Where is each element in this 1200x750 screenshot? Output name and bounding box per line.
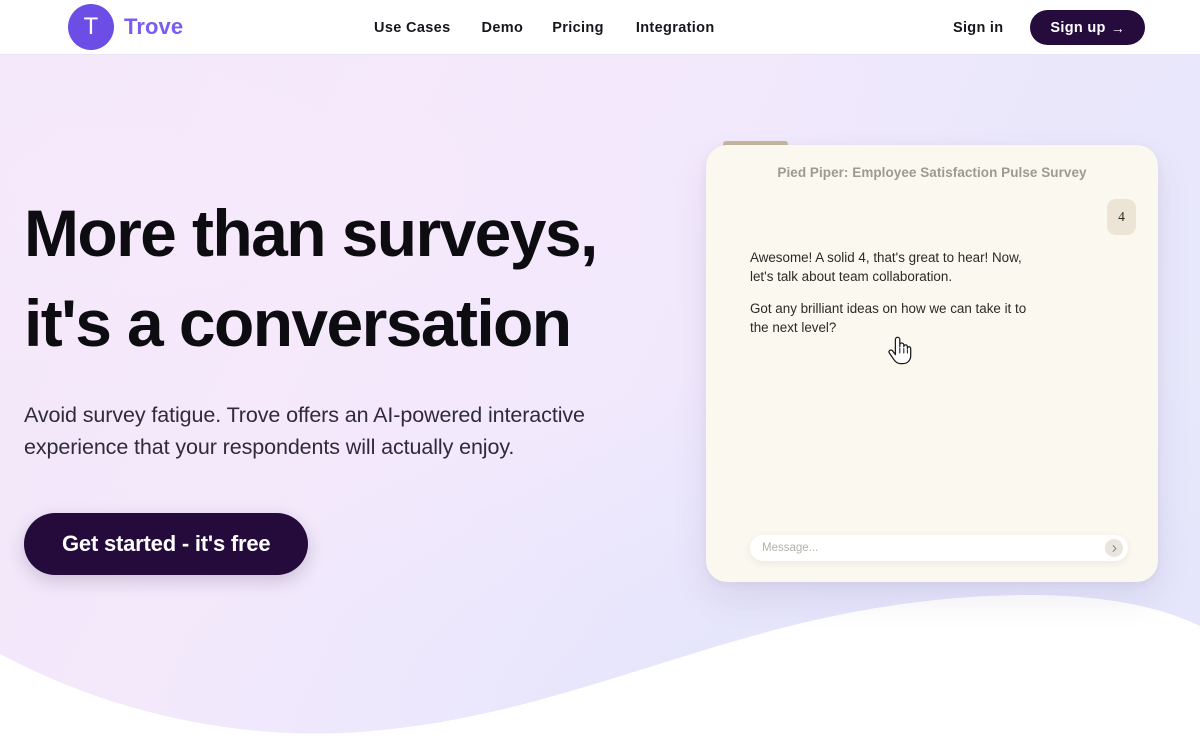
bottom-wave-decoration xyxy=(0,595,1200,750)
sign-up-label: Sign up xyxy=(1050,19,1106,36)
nav-item-demo[interactable]: Demo xyxy=(482,20,524,36)
message-composer[interactable] xyxy=(750,535,1128,561)
score-badge: 4 xyxy=(1107,199,1136,235)
send-message-button[interactable] xyxy=(1105,539,1123,557)
survey-chat-preview: Pied Piper: Employee Satisfaction Pulse … xyxy=(706,141,1158,582)
trove-logo-icon: T xyxy=(68,4,114,50)
auth-actions: Sign in Sign up → xyxy=(953,0,1145,55)
chevron-right-icon xyxy=(1112,544,1116,552)
chat-message-group: Awesome! A solid 4, that's great to hear… xyxy=(750,249,1040,337)
subheadline-line-1: Avoid survey fatigue. Trove offers an AI… xyxy=(24,403,585,427)
sign-up-button[interactable]: Sign up → xyxy=(1030,10,1145,45)
subheadline-line-2: experience that your respondents will ac… xyxy=(24,435,515,459)
chat-message: Got any brilliant ideas on how we can ta… xyxy=(750,301,1027,335)
main-navigation: Use Cases Demo Pricing Integration xyxy=(374,0,715,55)
survey-title: Pied Piper: Employee Satisfaction Pulse … xyxy=(777,165,1087,180)
headline-line-2: it's a conversation xyxy=(24,286,572,360)
nav-item-pricing[interactable]: Pricing xyxy=(552,20,604,36)
headline-line-1: More than surveys, xyxy=(24,196,598,270)
get-started-button[interactable]: Get started - it's free xyxy=(24,513,309,575)
brand-name: Trove xyxy=(124,14,184,39)
nav-item-integration[interactable]: Integration xyxy=(636,20,715,36)
hero-copy: More than surveys, it's a conversation A… xyxy=(24,188,684,575)
nav-item-use-cases[interactable]: Use Cases xyxy=(374,20,451,36)
site-header: T Trove Use Cases Demo Pricing Integrati… xyxy=(0,0,1200,55)
chat-message: Awesome! A solid 4, that's great to hear… xyxy=(750,250,1022,284)
message-input[interactable] xyxy=(750,542,1105,554)
arrow-right-icon: → xyxy=(1110,19,1125,36)
brand-logo[interactable]: T Trove xyxy=(68,4,183,50)
brand-mark-letter: T xyxy=(83,13,99,40)
page-title: More than surveys, it's a conversation xyxy=(24,188,684,368)
sign-in-button[interactable]: Sign in xyxy=(953,20,1003,36)
hero-subheadline: Avoid survey fatigue. Trove offers an AI… xyxy=(24,399,669,463)
chat-card: Pied Piper: Employee Satisfaction Pulse … xyxy=(706,145,1158,582)
